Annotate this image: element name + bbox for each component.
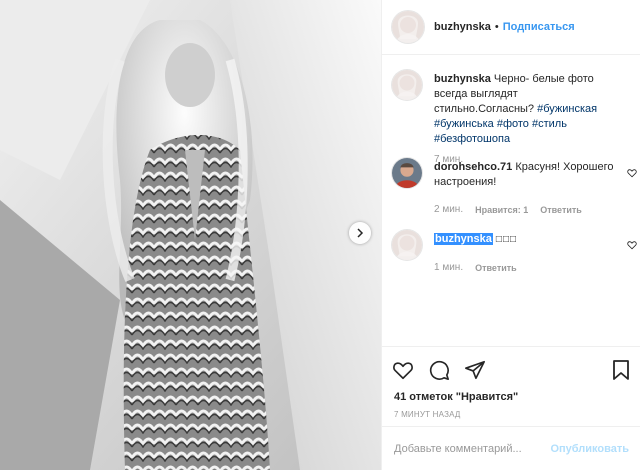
comment-username[interactable]: buzhynska [434,233,493,245]
avatar[interactable] [392,11,424,43]
hashtag[interactable]: #бужинська [434,118,494,130]
comment-text: dorohsehco.71 Красуня! Хорошего настроен… [434,160,619,190]
caption-text: buzhynska Черно- белые фото всегда выгля… [434,72,619,147]
comment-body: □□□ [495,234,518,245]
post-sidebar: buzhynska • Подписаться buzhynska Черно-… [381,0,640,470]
bookmark-icon[interactable] [611,359,631,381]
heart-icon[interactable] [392,359,414,381]
reply-button[interactable]: Ответить [540,205,582,215]
post-time[interactable]: 7 МИНУТ НАЗАД [394,410,461,419]
comment-input[interactable] [394,442,551,455]
avatar[interactable] [392,230,422,260]
share-icon[interactable] [464,359,486,381]
follow-button[interactable]: Подписаться [503,21,575,33]
comment-time[interactable]: 2 мин. [434,204,463,215]
add-comment-bar: Опубликовать [382,426,640,470]
likes-count[interactable]: 41 отметок "Нравится" [394,391,518,403]
comment-meta: 1 мин. Ответить [434,262,517,273]
separator-dot: • [494,21,499,33]
avatar[interactable] [392,70,422,100]
publish-button[interactable]: Опубликовать [550,443,629,455]
comment-likes[interactable]: Нравится: 1 [475,205,528,215]
next-photo-button[interactable] [349,222,371,244]
comment-username[interactable]: dorohsehco.71 [434,161,512,173]
hashtag[interactable]: #безфотошопа [434,133,510,145]
heart-icon[interactable] [627,240,637,250]
comment-meta: 2 мин. Нравится: 1 Ответить [434,204,582,215]
comment-text: buzhynska □□□ [434,232,619,247]
heart-icon[interactable] [627,168,637,178]
action-icons [392,359,486,381]
hashtag[interactable]: #стиль [532,118,567,130]
reply-button[interactable]: Ответить [475,263,517,273]
action-bar: 41 отметок "Нравится" 7 МИНУТ НАЗАД [382,346,640,426]
post-header: buzhynska • Подписаться [382,0,640,55]
hashtag[interactable]: #бужинская [537,103,597,115]
avatar[interactable] [392,158,422,188]
post-photo[interactable] [0,0,381,470]
header-username[interactable]: buzhynska [434,21,491,33]
caption-username[interactable]: buzhynska [434,73,491,85]
comment-time[interactable]: 1 мин. [434,262,463,273]
chevron-right-icon [357,228,364,238]
hashtag[interactable]: #фото [497,118,529,130]
comments-list: buzhynska Черно- белые фото всегда выгля… [382,56,640,346]
comment-icon[interactable] [428,359,450,381]
instagram-post: buzhynska • Подписаться buzhynska Черно-… [0,0,640,470]
photo-image [0,0,381,470]
